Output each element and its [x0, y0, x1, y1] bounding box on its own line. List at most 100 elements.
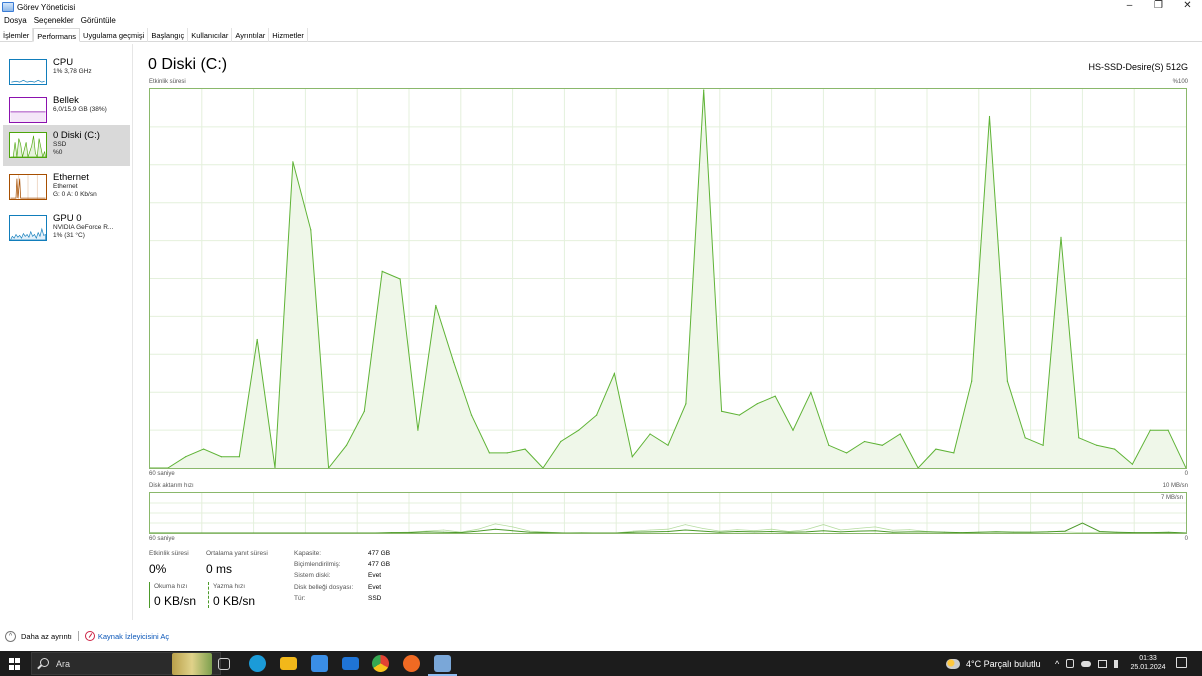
window-title: Görev Yöneticisi [17, 2, 76, 12]
volume-icon[interactable] [1114, 659, 1122, 668]
activity-data-point [685, 403, 687, 405]
search-placeholder: Ara [56, 659, 71, 669]
transfer-data-point [529, 531, 531, 533]
window-controls: – ❐ ✕ [1115, 0, 1202, 14]
activity-time-left: 60 saniye [149, 471, 175, 477]
chrome-icon[interactable] [372, 655, 389, 672]
resource-monitor-icon[interactable] [84, 631, 95, 641]
chevron-up-tray-icon[interactable]: ^ [1055, 659, 1059, 669]
activity-data-point [774, 395, 776, 397]
network-icon[interactable] [1098, 659, 1108, 668]
activity-data-point [863, 440, 866, 443]
task-view-icon[interactable] [218, 658, 230, 670]
close-button[interactable]: ✕ [1173, 0, 1202, 14]
restore-button[interactable]: ❐ [1144, 0, 1173, 14]
transfer-data-point [874, 530, 876, 532]
transfer-chart-label: Disk aktarım hızı [149, 483, 194, 489]
transfer-data-point [805, 529, 807, 530]
transfer-data-point [702, 530, 703, 532]
transfer-data-point [477, 530, 479, 532]
transfer-data-point [719, 530, 721, 532]
activity-data-point [150, 467, 151, 468]
transfer-data-point [753, 531, 755, 533]
transfer-data-point [494, 528, 496, 530]
activity-data-point [1167, 429, 1169, 431]
transfer-data-point [788, 531, 790, 533]
tab-services[interactable]: Hizmetler [269, 28, 308, 42]
fewer-details-link[interactable]: Daha az ayrıntı [21, 632, 72, 641]
transfer-data-point [1082, 532, 1083, 533]
transfer-time-left: 60 saniye [149, 536, 175, 542]
open-resource-monitor-link[interactable]: Kaynak İzleyicisini Aç [98, 632, 169, 641]
activity-data-point [470, 414, 473, 416]
info-type-value: SSD [368, 595, 382, 602]
stat-activity-label: Etkinlik süresi [149, 550, 189, 557]
task-manager-taskbar-icon[interactable] [434, 655, 451, 672]
store-icon[interactable] [311, 655, 328, 672]
file-explorer-icon[interactable] [280, 657, 297, 670]
activity-data-point [1149, 429, 1151, 431]
search-highlight-image [172, 653, 212, 675]
tab-startup[interactable]: Başlangıç [148, 28, 189, 42]
read-speed-indicator [149, 582, 150, 608]
transfer-data-point [1133, 532, 1135, 533]
transfer-data-point [1064, 531, 1066, 533]
transfer-data-point [443, 529, 444, 531]
sidebar-item-gpu[interactable]: GPU 0 NVIDIA GeForce R... 1% (31 °C) [3, 208, 130, 249]
windows-start-icon[interactable] [9, 658, 21, 670]
activity-chart-svg [150, 89, 1186, 468]
taskbar-clock[interactable]: 01:33 25.01.2024 [1126, 654, 1170, 672]
partly-cloudy-icon [946, 658, 960, 669]
tab-users[interactable]: Kullanıcılar [188, 28, 233, 42]
transfer-data-point [909, 529, 911, 530]
activity-data-point [220, 456, 222, 458]
disk-model: HS-SSD-Desire(S) 512G [1088, 62, 1188, 72]
sidebar-item-disk[interactable]: 0 Diski (C:) SSD %0 [3, 125, 130, 166]
info-type-label: Tür: [294, 595, 306, 602]
activity-data-point [1078, 437, 1080, 439]
sidebar-ethernet-title: Ethernet [53, 172, 89, 183]
menu-file[interactable]: Dosya [0, 14, 30, 27]
info-page-file-value: Evet [368, 584, 382, 591]
menu-options[interactable]: Seçenekler [30, 14, 77, 27]
edge-icon[interactable] [249, 655, 266, 672]
activity-data-point [756, 403, 758, 405]
activity-data-point [345, 444, 348, 446]
notification-center-icon[interactable] [1176, 657, 1187, 668]
transfer-chart-svg [150, 493, 1186, 533]
stat-read-label: Okuma hızı [154, 583, 188, 590]
mail-icon[interactable] [342, 657, 359, 670]
sidebar-item-ethernet[interactable]: Ethernet Ethernet G: 0 A: 0 Kb/sn [3, 167, 130, 208]
transfer-data-point [702, 528, 703, 529]
activity-data-point [899, 433, 901, 435]
sidebar-memory-title: Bellek [53, 95, 79, 106]
weather-widget[interactable]: 4°C Parçalı bulutlu [946, 651, 1041, 676]
info-formatted-value: 477 GB [368, 561, 391, 568]
search-icon [40, 658, 49, 667]
transfer-data-point [753, 530, 755, 532]
activity-data-point [417, 429, 419, 431]
tray-app-icon[interactable] [1066, 659, 1075, 668]
activity-data-point [1114, 448, 1116, 450]
activity-data-point [1024, 437, 1026, 439]
tab-processes[interactable]: İşlemler [0, 28, 34, 42]
origin-icon[interactable] [403, 655, 420, 672]
transfer-data-point [771, 531, 772, 532]
tab-details[interactable]: Ayrıntılar [232, 28, 270, 42]
info-system-disk-value: Evet [368, 572, 382, 579]
sidebar-gpu-title: GPU 0 [53, 213, 82, 224]
sidebar-item-cpu[interactable]: CPU 1% 3,78 GHz [3, 52, 130, 93]
tab-app-history[interactable]: Uygulama geçmişi [80, 28, 149, 42]
chevron-up-icon[interactable]: ^ [5, 630, 16, 642]
menu-view[interactable]: Görüntüle [77, 14, 119, 27]
taskbar-search-box[interactable]: Ara [31, 652, 221, 675]
transfer-data-point [857, 530, 859, 532]
activity-data-point [846, 452, 848, 454]
onedrive-icon[interactable] [1081, 660, 1092, 667]
activity-data-point [203, 448, 205, 450]
transfer-data-point [512, 526, 513, 528]
sidebar-gpu-model: NVIDIA GeForce R... [53, 224, 114, 231]
tab-performance[interactable]: Performans [33, 28, 81, 42]
weather-text: 4°C Parçalı bulutlu [966, 658, 1041, 669]
minimize-button[interactable]: – [1115, 0, 1144, 14]
